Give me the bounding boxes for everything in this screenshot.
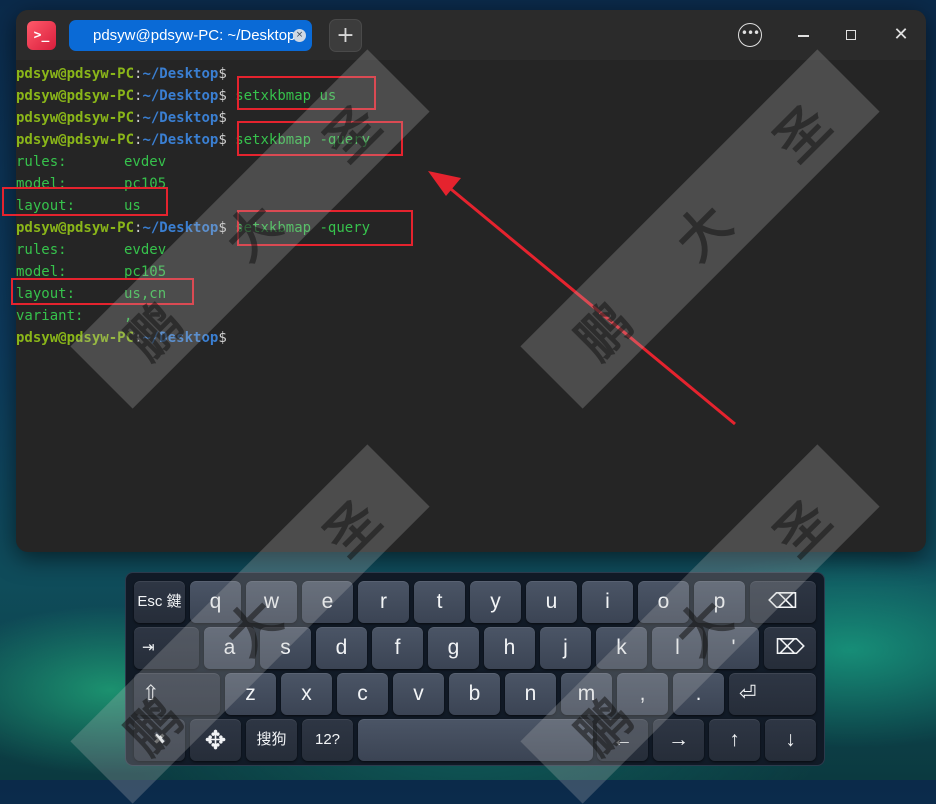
key-m[interactable]: m bbox=[561, 673, 612, 715]
key-d[interactable]: d bbox=[316, 627, 367, 669]
key-e[interactable]: e bbox=[302, 581, 353, 623]
sogou-ime-button[interactable]: 搜狗 bbox=[246, 719, 297, 761]
key-z[interactable]: z bbox=[225, 673, 276, 715]
key-y[interactable]: y bbox=[470, 581, 521, 623]
arrow-up-icon[interactable]: ↑ bbox=[709, 719, 760, 761]
shift-icon[interactable]: ⇧ bbox=[134, 673, 220, 715]
tab-key-icon[interactable]: ⇥ bbox=[134, 627, 199, 669]
highlight-box-query-1 bbox=[237, 121, 403, 156]
key-esc[interactable]: Esc 鍵 bbox=[134, 581, 185, 623]
key-n[interactable]: n bbox=[505, 673, 556, 715]
highlight-box-layout-1 bbox=[2, 187, 168, 216]
on-screen-keyboard: Esc 鍵 q w e r t y u i o p ⌫ ⇥ a s d f g … bbox=[125, 572, 825, 766]
key-l[interactable]: l bbox=[652, 627, 703, 669]
backspace-icon[interactable]: ⌫ bbox=[750, 581, 816, 623]
numbers-symbols-button[interactable]: 12? bbox=[302, 719, 353, 761]
key-t[interactable]: t bbox=[414, 581, 465, 623]
prompt-line: pdsyw@pdsyw-PC:~/Desktop$ bbox=[16, 110, 227, 126]
key-h[interactable]: h bbox=[484, 627, 535, 669]
arrow-down-icon[interactable]: ↓ bbox=[765, 719, 816, 761]
key-i[interactable]: i bbox=[582, 581, 633, 623]
space-key[interactable] bbox=[358, 719, 593, 761]
maximize-button[interactable] bbox=[840, 23, 864, 47]
arrow-left-icon[interactable]: ← bbox=[597, 719, 648, 761]
prompt-line: pdsyw@pdsyw-PC:~/Desktop$ bbox=[16, 66, 227, 82]
key-r[interactable]: r bbox=[358, 581, 409, 623]
terminal-app-icon[interactable]: >_ bbox=[27, 21, 56, 50]
key-comma[interactable]: , bbox=[617, 673, 668, 715]
tab-terminal[interactable]: pdsyw@pdsyw-PC: ~/Desktop × bbox=[69, 20, 312, 51]
prompt-line: pdsyw@pdsyw-PC:~/Desktop$ bbox=[16, 330, 227, 346]
close-keyboard-icon[interactable]: ✖ bbox=[134, 719, 185, 761]
enter-icon[interactable]: ⏎ bbox=[729, 673, 816, 715]
key-j[interactable]: j bbox=[540, 627, 591, 669]
key-apostrophe[interactable]: ' bbox=[708, 627, 759, 669]
key-b[interactable]: b bbox=[449, 673, 500, 715]
menu-more-icon[interactable]: ••• bbox=[738, 23, 762, 47]
key-p[interactable]: p bbox=[694, 581, 745, 623]
key-v[interactable]: v bbox=[393, 673, 444, 715]
key-c[interactable]: c bbox=[337, 673, 388, 715]
highlight-box-query-2 bbox=[237, 210, 413, 246]
key-a[interactable]: a bbox=[204, 627, 255, 669]
minimize-button[interactable] bbox=[792, 23, 816, 47]
move-keyboard-icon[interactable]: ✥ bbox=[190, 719, 241, 761]
key-s[interactable]: s bbox=[260, 627, 311, 669]
highlight-box-setxkbmap-us bbox=[237, 76, 376, 110]
new-tab-button[interactable]: + bbox=[329, 19, 362, 52]
key-f[interactable]: f bbox=[372, 627, 423, 669]
key-period[interactable]: . bbox=[673, 673, 724, 715]
key-g[interactable]: g bbox=[428, 627, 479, 669]
terminal-output[interactable]: pdsyw@pdsyw-PC:~/Desktop$ pdsyw@pdsyw-PC… bbox=[16, 63, 926, 552]
key-o[interactable]: o bbox=[638, 581, 689, 623]
tab-title: pdsyw@pdsyw-PC: ~/Desktop bbox=[93, 27, 296, 44]
output-line-variant: variant:, bbox=[16, 308, 133, 324]
close-button[interactable]: ✕ bbox=[889, 23, 913, 47]
delete-icon[interactable]: ⌦ bbox=[764, 627, 816, 669]
key-k[interactable]: k bbox=[596, 627, 647, 669]
highlight-box-layout-2 bbox=[11, 278, 194, 305]
key-q[interactable]: q bbox=[190, 581, 241, 623]
key-u[interactable]: u bbox=[526, 581, 577, 623]
title-bar: >_ pdsyw@pdsyw-PC: ~/Desktop × + ••• ✕ bbox=[16, 10, 926, 60]
key-x[interactable]: x bbox=[281, 673, 332, 715]
arrow-right-icon[interactable]: → bbox=[653, 719, 704, 761]
key-w[interactable]: w bbox=[246, 581, 297, 623]
tab-close-icon[interactable]: × bbox=[293, 29, 306, 42]
